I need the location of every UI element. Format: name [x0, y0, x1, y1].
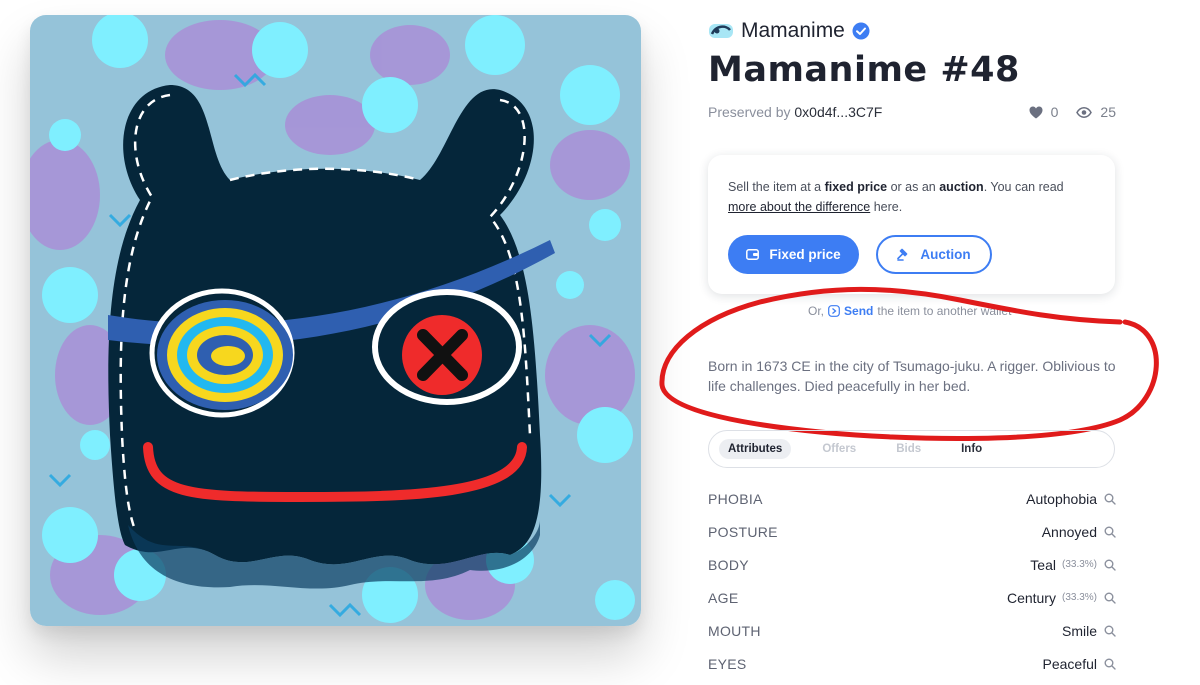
owner-address[interactable]: 0x0d4f...3C7F	[794, 104, 882, 120]
attribute-value-text: Century	[1006, 589, 1056, 606]
item-tabs: Attributes Offers Bids Info	[708, 430, 1115, 468]
wallet-icon	[746, 249, 760, 260]
search-icon[interactable]	[1104, 526, 1116, 538]
send-prefix: Or,	[808, 304, 825, 318]
send-suffix: the item to another wallet	[877, 304, 1012, 318]
attribute-value-text: Annoyed	[1041, 523, 1097, 540]
collection-logo-icon	[709, 24, 733, 38]
sell-buttons: Fixed price Auction	[728, 235, 992, 274]
attribute-value-text: Teal	[1030, 556, 1056, 573]
attribute-value-text: Autophobia	[1026, 490, 1097, 507]
tab-bids[interactable]: Bids	[887, 439, 930, 459]
attribute-value-text: Smile	[1061, 622, 1097, 639]
tab-offers[interactable]: Offers	[813, 439, 865, 459]
attribute-value[interactable]: Smile	[1062, 623, 1116, 639]
fixed-price-label: Fixed price	[769, 247, 841, 262]
attribute-row: POSTURE Annoyed	[708, 515, 1116, 548]
attribute-value[interactable]: Annoyed	[1042, 524, 1116, 540]
auction-button[interactable]: Auction	[876, 235, 992, 274]
owner-prefix: Preserved by	[708, 104, 791, 120]
item-title: Mamanime #48	[708, 50, 1020, 90]
more-about-difference-link[interactable]: more about the difference	[728, 200, 870, 214]
search-icon[interactable]	[1104, 559, 1116, 571]
item-stats: 0 25	[1011, 104, 1116, 120]
tab-attributes[interactable]: Attributes	[719, 439, 792, 459]
sell-auction-term: auction	[939, 180, 984, 194]
owner-row: Preserved by 0x0d4f...3C7F	[708, 104, 882, 120]
attribute-key: BODY	[708, 556, 749, 573]
search-icon[interactable]	[1104, 592, 1116, 604]
attribute-value-text: Peaceful	[1042, 655, 1097, 672]
search-icon[interactable]	[1104, 493, 1116, 505]
item-description: Born in 1673 CE in the city of Tsumago-j…	[708, 358, 1116, 394]
attribute-row: EYES Peaceful	[708, 647, 1116, 680]
send-row: Or, Send the item to another wallet	[808, 304, 1011, 318]
search-icon[interactable]	[1104, 658, 1116, 670]
attribute-row: MOUTH Smile	[708, 614, 1116, 647]
eye-icon	[1076, 106, 1093, 118]
nft-artwork[interactable]	[30, 15, 641, 626]
attribute-key: MOUTH	[708, 622, 761, 639]
attribute-key: POSTURE	[708, 523, 778, 540]
sell-text-part: here.	[870, 200, 903, 214]
sell-card: Sell the item at a fixed price or as an …	[708, 155, 1115, 294]
sell-text-part: . You can read	[983, 180, 1064, 194]
sell-description: Sell the item at a fixed price or as an …	[728, 177, 1095, 217]
search-icon[interactable]	[1104, 625, 1116, 637]
gavel-icon	[897, 248, 908, 261]
attribute-value[interactable]: Peaceful	[1043, 656, 1116, 672]
tab-info[interactable]: Info	[952, 439, 991, 459]
verified-check-icon	[852, 22, 870, 40]
views-stat: 25	[1076, 104, 1116, 120]
views-count: 25	[1100, 104, 1116, 120]
collection-link[interactable]: Mamanime	[708, 18, 870, 44]
attribute-rarity: (33.3%)	[1061, 559, 1097, 570]
attribute-row: PHOBIA Autophobia	[708, 482, 1116, 515]
attribute-row: BODY Teal (33.3%)	[708, 548, 1116, 581]
likes-stat[interactable]: 0	[1029, 104, 1059, 120]
send-link[interactable]: Send	[844, 304, 873, 318]
attribute-value[interactable]: Autophobia	[1026, 491, 1116, 507]
attributes-list: PHOBIA Autophobia POSTURE Annoyed BODY T…	[708, 482, 1116, 680]
attribute-key: EYES	[708, 655, 747, 672]
attribute-value[interactable]: Teal (33.3%)	[1030, 557, 1116, 573]
auction-label: Auction	[920, 247, 971, 262]
attribute-value[interactable]: Century (33.3%)	[1007, 590, 1116, 606]
collection-name[interactable]: Mamanime	[741, 19, 845, 43]
fixed-price-button[interactable]: Fixed price	[728, 235, 859, 274]
sell-fixed-price-term: fixed price	[824, 180, 888, 194]
heart-icon	[1029, 106, 1043, 118]
nft-artwork-image	[30, 15, 641, 626]
likes-count: 0	[1050, 104, 1059, 120]
send-icon	[828, 305, 840, 317]
attribute-key: AGE	[708, 589, 739, 606]
sell-text-part: or as an	[887, 180, 940, 194]
attribute-row: AGE Century (33.3%)	[708, 581, 1116, 614]
attribute-rarity: (33.3%)	[1061, 592, 1097, 603]
sell-text-part: Sell the item at a	[728, 180, 825, 194]
attribute-key: PHOBIA	[708, 490, 763, 507]
